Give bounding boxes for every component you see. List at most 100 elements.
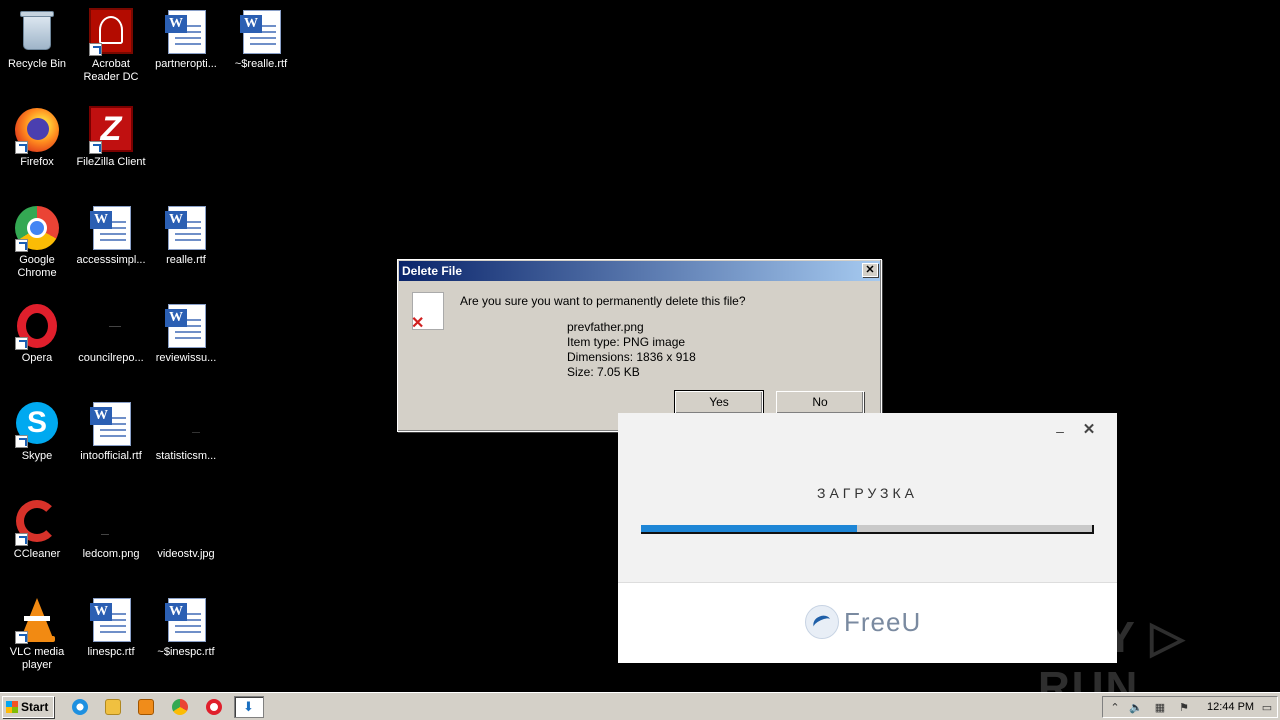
- desktop-icon-label: statisticsm...: [155, 450, 217, 462]
- desktop-icon-label: intoofficial.rtf: [80, 450, 142, 462]
- desktop-icon-realle[interactable]: W realle.rtf: [149, 204, 223, 267]
- desktop-icon-google-chrome[interactable]: Google Chrome: [0, 204, 74, 280]
- close-icon[interactable]: ✕: [862, 263, 878, 277]
- file-size: Size: 7.05 KB: [567, 365, 640, 379]
- desktop-icon-filezilla[interactable]: Z FileZilla Client: [74, 106, 148, 169]
- desktop-icon-label: Firefox: [20, 156, 54, 168]
- confirm-question: Are you sure you want to permanently del…: [460, 294, 746, 308]
- desktop-icon-accesssimpl[interactable]: W accesssimpl...: [74, 204, 148, 267]
- desktop-icon-intoofficial[interactable]: W intoofficial.rtf: [74, 400, 148, 463]
- delete-file-dialog: Delete File ✕ Are you sure you want to p…: [397, 259, 882, 432]
- no-button[interactable]: No: [776, 391, 864, 414]
- desktop-icon-realle-temp[interactable]: W ~$realle.rtf: [224, 8, 298, 71]
- desktop-icon-label: ~$realle.rtf: [234, 58, 288, 70]
- folder-icon[interactable]: [105, 699, 121, 715]
- progress-fill: [641, 525, 858, 532]
- opera-icon: [13, 302, 61, 350]
- filezilla-icon: Z: [87, 106, 135, 154]
- desktop-icon-ccleaner[interactable]: CCleaner: [0, 498, 74, 561]
- word-doc-icon: W: [87, 204, 135, 252]
- word-doc-icon: W: [162, 302, 210, 350]
- file-info: prevfather.png Item type: PNG image Dime…: [567, 320, 696, 380]
- skype-icon: S: [13, 400, 61, 448]
- desktop-icon-inespc-temp[interactable]: W ~$inespc.rtf: [149, 596, 223, 659]
- image-file-icon: [87, 302, 135, 350]
- word-doc-icon: W: [87, 400, 135, 448]
- desktop-icon-label: partneropti...: [155, 58, 217, 70]
- dialog-titlebar[interactable]: Delete File ✕: [399, 261, 880, 281]
- opera-icon[interactable]: [206, 699, 222, 715]
- desktop-icon-label: Opera: [21, 352, 53, 364]
- desktop-icon-statisticsm[interactable]: statisticsm...: [149, 400, 223, 463]
- desktop-icon-partneropti[interactable]: W partneropti...: [149, 8, 223, 71]
- windows-logo-icon: [6, 701, 18, 713]
- desktop-icon-label: Google Chrome: [17, 254, 57, 279]
- speaker-icon[interactable]: 🔈: [1129, 701, 1143, 715]
- desktop-icon-recycle-bin[interactable]: Recycle Bin: [0, 8, 74, 71]
- recycle-bin-icon: [13, 8, 61, 56]
- freeu-logo-icon: [805, 605, 839, 639]
- word-doc-icon: W: [162, 204, 210, 252]
- yes-button[interactable]: Yes: [674, 390, 764, 415]
- word-doc-icon: W: [87, 596, 135, 644]
- desktop-icon-linespc[interactable]: W linespc.rtf: [74, 596, 148, 659]
- desktop-icon-label: FileZilla Client: [76, 156, 146, 168]
- desktop-icon-acrobat[interactable]: Acrobat Reader DC: [74, 8, 148, 84]
- downloader-task-button[interactable]: [234, 696, 264, 718]
- desktop-icon-label: ledcom.png: [82, 548, 140, 560]
- firefox-icon: [13, 106, 61, 154]
- desktop-icon-label: VLC media player: [9, 646, 65, 671]
- desktop: Recycle Bin Firefox Google Chrome Opera …: [0, 0, 1280, 712]
- progress-bar: [641, 525, 1094, 534]
- start-button[interactable]: Start: [2, 696, 54, 718]
- clock[interactable]: 12:44 PM: [1207, 697, 1254, 717]
- dimensions: Dimensions: 1836 x 918: [567, 350, 696, 364]
- chevron-up-icon[interactable]: ⌃: [1108, 701, 1122, 715]
- file-delete-icon: [411, 292, 444, 333]
- file-name: prevfather.png: [567, 320, 644, 334]
- internet-explorer-icon[interactable]: [72, 699, 88, 715]
- desktop-icon-label: Skype: [21, 450, 53, 462]
- desktop-icon-label: CCleaner: [13, 548, 61, 560]
- desktop-icon-vlc[interactable]: VLC media player: [0, 596, 74, 672]
- word-doc-icon: W: [162, 8, 210, 56]
- desktop-icon-firefox[interactable]: Firefox: [0, 106, 74, 169]
- desktop-icon-councilrepo[interactable]: councilrepo...: [74, 302, 148, 365]
- word-doc-icon: W: [162, 596, 210, 644]
- item-type: Item type: PNG image: [567, 335, 686, 349]
- desktop-icon-label: Acrobat Reader DC: [83, 58, 139, 83]
- chrome-icon[interactable]: [172, 699, 188, 715]
- vlc-icon: [13, 596, 61, 644]
- desktop-icon-opera[interactable]: Opera: [0, 302, 74, 365]
- word-doc-icon: W: [237, 8, 285, 56]
- desktop-icon-reviewissu[interactable]: W reviewissu...: [149, 302, 223, 365]
- system-tray: ⌃ 🔈 ▦ ⚑ 12:44 PM ▭: [1102, 696, 1278, 718]
- network-icon[interactable]: ▦: [1153, 701, 1167, 715]
- desktop-icon-skype[interactable]: S Skype: [0, 400, 74, 463]
- desktop-icon-label: ~$inespc.rtf: [157, 646, 215, 658]
- image-file-icon: [162, 400, 210, 448]
- desktop-icon-label: linespc.rtf: [87, 646, 135, 658]
- show-desktop-icon[interactable]: ▭: [1260, 701, 1274, 715]
- image-file-icon: [162, 498, 210, 546]
- acrobat-icon: [87, 8, 135, 56]
- start-label: Start: [21, 700, 49, 714]
- flag-icon[interactable]: ⚑: [1177, 701, 1191, 715]
- desktop-icon-videostv[interactable]: videostv.jpg: [149, 498, 223, 561]
- loading-label: ЗАГРУЗКА: [817, 485, 918, 501]
- desktop-icon-label: accesssimpl...: [76, 254, 146, 266]
- minimize-icon[interactable]: –: [1052, 423, 1068, 439]
- desktop-icon-label: Recycle Bin: [7, 58, 67, 70]
- taskbar: Start ⌃ 🔈 ▦ ⚑ 12:44 PM ▭: [0, 692, 1280, 720]
- close-icon[interactable]: ✕: [1081, 422, 1097, 438]
- chrome-icon: [13, 204, 61, 252]
- media-player-icon[interactable]: [138, 699, 154, 715]
- desktop-icon-label: reviewissu...: [155, 352, 217, 364]
- freeu-brand: FreeU: [844, 607, 922, 637]
- desktop-icon-label: realle.rtf: [166, 254, 206, 266]
- ccleaner-icon: [13, 498, 61, 546]
- image-file-icon: [87, 498, 135, 546]
- desktop-icon-label: councilrepo...: [78, 352, 144, 364]
- desktop-icon-ledcom[interactable]: ledcom.png: [74, 498, 148, 561]
- dialog-title: Delete File: [402, 264, 463, 278]
